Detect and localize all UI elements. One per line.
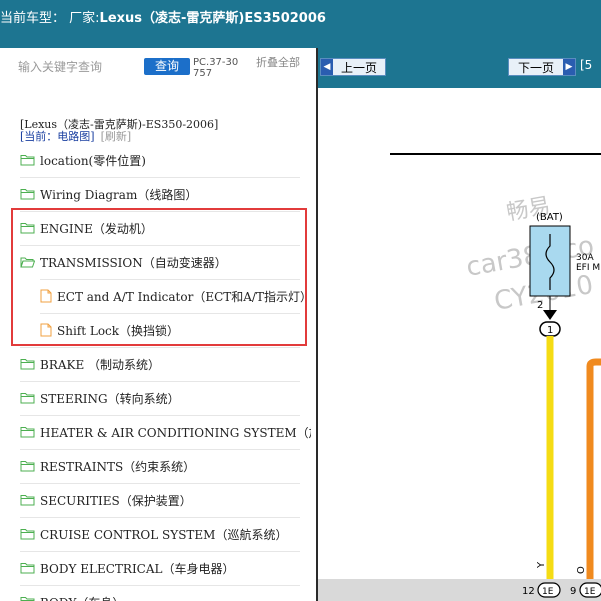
pin-b2: 9	[570, 586, 576, 597]
pin-top-label: 2	[537, 300, 543, 311]
folder-icon	[20, 392, 35, 404]
tree-divider	[20, 517, 300, 518]
tree-item[interactable]: BODY（车身）	[20, 585, 124, 601]
tree-divider	[20, 177, 300, 178]
tree-divider	[20, 415, 300, 416]
folder-icon	[20, 460, 35, 472]
connector-strip-svg: 12 1E 9 1E	[522, 582, 601, 598]
folder-icon	[20, 188, 35, 200]
tree-item-label: SECURITIES（保护装置）	[40, 493, 192, 508]
connector-arrow-icon	[543, 310, 557, 320]
folder-icon	[20, 528, 35, 540]
wiring-diagram: 畅易 car388.co CY2010 (BAT) 30A EFI M 2 1 …	[390, 153, 601, 600]
fuse-amp: 30A	[576, 253, 594, 263]
bat-label: (BAT)	[536, 212, 563, 223]
wire-o-label: O	[576, 566, 587, 574]
tree-item-label: Wiring Diagram（线路图）	[40, 187, 198, 202]
folder-icon	[20, 596, 35, 601]
diagram-viewer: ◀ 上一页 下一页 ▶ [5 畅易 car388.co CY2010 (BAT)…	[316, 48, 601, 601]
highlight-box	[11, 208, 307, 346]
current-page-label: [当前：电路图]	[20, 130, 95, 143]
tree-item[interactable]: CRUISE CONTROL SYSTEM（巡航系统）	[20, 517, 287, 551]
arrow-left-icon: ◀	[321, 59, 333, 75]
folder-icon	[20, 358, 35, 370]
page-indicator: [5	[580, 58, 593, 72]
pc-code: PC.37-30757	[193, 57, 239, 79]
fuse-name: EFI M	[576, 263, 600, 273]
arrow-right-icon: ▶	[563, 59, 575, 75]
tree-item[interactable]: RESTRAINTS（约束系统）	[20, 449, 195, 483]
tree-divider	[20, 347, 300, 348]
connector-b2-label: 1E	[584, 587, 596, 597]
folder-icon	[20, 426, 35, 438]
connector-1-label: 1	[547, 325, 553, 336]
tree-divider	[20, 449, 300, 450]
prev-page-button[interactable]: ◀ 上一页	[320, 58, 386, 76]
tree-item-label: RESTRAINTS（约束系统）	[40, 459, 196, 474]
tree-item[interactable]: location(零件位置)	[20, 143, 146, 177]
refresh-link[interactable]: [刷新]	[101, 130, 132, 143]
orange-wire	[586, 358, 601, 600]
tree-item-label: BRAKE （制动系统）	[40, 357, 161, 372]
search-row: 查询 PC.37-30757 折叠全部	[0, 48, 311, 88]
tree-item[interactable]: BRAKE （制动系统）	[20, 347, 160, 381]
tree-item-label: location(零件位置)	[40, 153, 146, 168]
tree-divider	[20, 483, 300, 484]
tree-item[interactable]: STEERING（转向系统）	[20, 381, 180, 415]
folder-icon	[20, 494, 35, 506]
tree-divider	[20, 585, 300, 586]
pin-b1: 12	[522, 586, 535, 597]
folder-icon	[20, 154, 35, 166]
collapse-all-button[interactable]: 折叠全部	[256, 57, 300, 68]
wire-y-label: Y	[536, 561, 547, 569]
tree-item[interactable]: Wiring Diagram（线路图）	[20, 177, 197, 211]
tree-item-label: STEERING（转向系统）	[40, 391, 180, 406]
next-page-button[interactable]: 下一页 ▶	[508, 58, 576, 76]
tree-item-label: HEATER & AIR CONDITIONING SYSTEM（加热	[40, 425, 311, 440]
connector-b1-label: 1E	[542, 587, 554, 597]
tree-divider	[20, 551, 300, 552]
tree-divider	[20, 381, 300, 382]
vehicle-model: Lexus（凌志-雷克萨斯)ES3502006	[99, 11, 326, 26]
tree-item-label: CRUISE CONTROL SYSTEM（巡航系统）	[40, 527, 288, 542]
tree-item[interactable]: BODY ELECTRICAL（车身电器）	[20, 551, 235, 585]
query-button[interactable]: 查询	[144, 58, 190, 75]
tree-item[interactable]: SECURITIES（保护装置）	[20, 483, 192, 517]
search-input[interactable]	[18, 56, 138, 78]
navigation-pane: 查询 PC.37-30757 折叠全部 [Lexus（凌志-雷克萨斯)-ES35…	[0, 48, 311, 601]
current-vehicle: 当前车型： 厂家:Lexus（凌志-雷克萨斯)ES3502006	[0, 11, 326, 26]
connector-strip: 12 1E 9 1E	[318, 579, 601, 601]
viewer-nav-bar: ◀ 上一页 下一页 ▶ [5	[318, 48, 601, 88]
breadcrumb-current: [当前：电路图] [刷新]	[20, 130, 131, 143]
tree-item[interactable]: HEATER & AIR CONDITIONING SYSTEM（加热	[20, 415, 311, 449]
tree-item-label: BODY ELECTRICAL（车身电器）	[40, 561, 235, 576]
tree-item-label: BODY（车身）	[40, 594, 124, 601]
folder-icon	[20, 562, 35, 574]
top-bar: 当前车型： 厂家:Lexus（凌志-雷克萨斯)ES3502006	[0, 0, 601, 48]
